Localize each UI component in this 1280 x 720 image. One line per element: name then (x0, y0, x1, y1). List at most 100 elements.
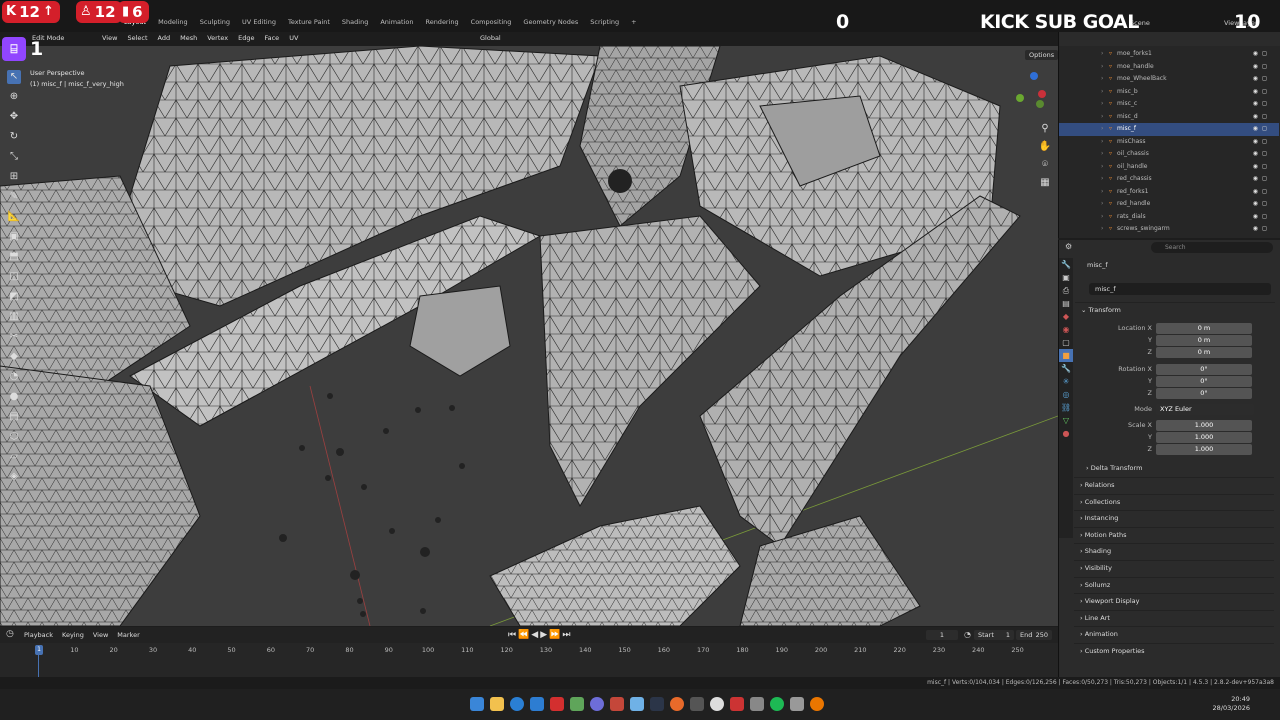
visibility-toggles[interactable]: ◉◻ (1253, 98, 1271, 111)
extrude-tool-icon[interactable]: ⬒ (7, 250, 21, 264)
shrink-tool-icon[interactable]: ⬡ (7, 430, 21, 444)
gizmo-neg-y-icon[interactable] (1036, 100, 1044, 108)
outliner[interactable]: › ▿ moe_forks1 ◉◻ › ▿ moe_handle ◉◻ › ▿ moe_WheelB… (1058, 32, 1280, 238)
measure-tool-icon[interactable]: 📐 (7, 210, 21, 224)
zoom-icon[interactable]: ⚲ (1038, 122, 1052, 136)
property-section-header[interactable]: › Instancing (1074, 510, 1274, 525)
workspace-tab[interactable]: Sculpting (200, 18, 230, 26)
visibility-toggles[interactable]: ◉◻ (1253, 148, 1271, 161)
output-tab-icon[interactable]: ⎙ (1059, 284, 1073, 297)
workspace-tab[interactable]: + (631, 18, 636, 26)
playhead[interactable]: 1 (35, 645, 43, 655)
viewport-menu-item[interactable]: Edge (238, 34, 254, 42)
rotation-x-field[interactable]: 0° (1156, 364, 1252, 375)
visibility-toggles[interactable]: ◉◻ (1253, 211, 1271, 224)
property-section-header[interactable]: › Visibility (1074, 560, 1274, 575)
workspace-tab[interactable]: Modeling (158, 18, 188, 26)
pan-hand-icon[interactable]: ✋ (1038, 140, 1052, 154)
outliner-row[interactable]: › ▿ misc_c ◉◻ (1059, 98, 1279, 111)
property-section-header[interactable]: › Viewport Display (1074, 593, 1274, 608)
rotation-mode-select[interactable]: XYZ Euler (1156, 404, 1254, 415)
outliner-row[interactable]: › ▿ screws_swingarm ◉◻ (1059, 223, 1279, 236)
chevron-right-icon[interactable]: › (1101, 86, 1103, 99)
property-section-header[interactable]: › Shading (1074, 543, 1274, 558)
poly-build-tool-icon[interactable]: ◆ (7, 350, 21, 364)
workspace-tab[interactable]: Animation (380, 18, 413, 26)
app-icon[interactable] (690, 697, 704, 711)
playback-controls[interactable]: ⏮⏪◀▶⏩⏭ (508, 630, 572, 640)
render-tab-icon[interactable]: ▣ (1059, 271, 1073, 284)
location-y-field[interactable]: 0 m (1156, 335, 1252, 346)
properties-search[interactable]: Search (1151, 242, 1273, 253)
property-section-header[interactable]: › Animation (1074, 626, 1274, 641)
viewport-menu-item[interactable]: Select (127, 34, 147, 42)
system-clock[interactable]: 20:49 28/03/2026 (1213, 695, 1250, 713)
chevron-right-icon[interactable]: › (1101, 161, 1103, 174)
property-section-header[interactable]: › Custom Properties (1074, 643, 1274, 658)
acrobat-icon[interactable] (550, 697, 564, 711)
outliner-row[interactable]: › ▿ red_forks1 ◉◻ (1059, 186, 1279, 199)
property-section-header[interactable]: › Line Art (1074, 609, 1274, 625)
workspace-tab[interactable]: Scripting (590, 18, 619, 26)
timeline-editor-icon[interactable]: ◷ (6, 629, 14, 639)
spin-tool-icon[interactable]: ◔ (7, 370, 21, 384)
visibility-toggles[interactable]: ◉◻ (1253, 61, 1271, 74)
windows-start-icon[interactable] (470, 697, 484, 711)
inset-tool-icon[interactable]: ◫ (7, 270, 21, 284)
timeline-menu-item[interactable]: View (93, 631, 108, 639)
scale-z-field[interactable]: 1.000 (1156, 444, 1252, 455)
outliner-row[interactable]: › ▿ moe_forks1 ◉◻ (1059, 48, 1279, 61)
smooth-tool-icon[interactable]: ● (7, 390, 21, 404)
knife-tool-icon[interactable]: ✂ (7, 330, 21, 344)
cursor-tool-icon[interactable]: ⊕ (7, 90, 21, 104)
app-icon[interactable] (610, 697, 624, 711)
timeline[interactable]: 10 20 30 40 50 60 70 80 90 100 110 120 130 140 150 160 1… (0, 643, 1058, 677)
property-section-header[interactable]: › Relations (1074, 477, 1274, 492)
scale-tool-icon[interactable]: ⤡ (7, 150, 21, 164)
viewport-menu-item[interactable]: View (102, 34, 117, 42)
outliner-row[interactable]: › ▿ moe_WheelBack ◉◻ (1059, 73, 1279, 86)
chevron-right-icon[interactable]: › (1101, 173, 1103, 186)
3d-viewport[interactable]: User Perspective (1) misc_f | misc_f_ver… (0, 46, 1058, 626)
chevron-right-icon[interactable]: › (1101, 98, 1103, 111)
camera-icon[interactable]: ⌾ (1038, 158, 1052, 172)
chevron-right-icon[interactable]: › (1101, 211, 1103, 224)
properties-editor-icon[interactable]: ⚙ (1065, 242, 1072, 251)
viewport-menu-item[interactable]: UV (289, 34, 298, 42)
start-frame-field[interactable]: Start 1 (974, 630, 1014, 640)
app-icon[interactable] (750, 697, 764, 711)
outliner-row[interactable]: › ▿ rats_dials ◉◻ (1059, 211, 1279, 224)
scene-tab-icon[interactable]: ◆ (1059, 310, 1073, 323)
scale-y-field[interactable]: 1.000 (1156, 432, 1252, 443)
outliner-row[interactable]: › ▿ misc_b ◉◻ (1059, 86, 1279, 99)
clock-icon[interactable]: ◔ (964, 630, 971, 639)
transform-tool-icon[interactable]: ⊞ (7, 170, 21, 184)
blender-icon[interactable] (810, 697, 824, 711)
rip-tool-icon[interactable]: ◈ (7, 470, 21, 484)
file-explorer-icon[interactable] (490, 697, 504, 711)
outliner-row[interactable]: › ▿ oil_handle ◉◻ (1059, 161, 1279, 174)
app-icon[interactable] (790, 697, 804, 711)
workspace-tab[interactable]: Compositing (471, 18, 512, 26)
workspace-tab[interactable]: Rendering (425, 18, 458, 26)
rotation-z-field[interactable]: 0° (1156, 388, 1252, 399)
visibility-toggles[interactable]: ◉◻ (1253, 86, 1271, 99)
transform-section[interactable]: ⌄ Transform (1075, 302, 1275, 317)
navigation-gizmo[interactable]: ⚲ ✋ ⌾ ▦ (1010, 70, 1052, 200)
edge-browser-icon[interactable] (510, 697, 524, 711)
shear-tool-icon[interactable]: ▱ (7, 450, 21, 464)
workspace-tab[interactable]: UV Editing (242, 18, 276, 26)
annotate-tool-icon[interactable]: ✎ (7, 190, 21, 204)
photos-icon[interactable] (630, 697, 644, 711)
chevron-right-icon[interactable]: › (1101, 73, 1103, 86)
viewport-menu-item[interactable]: Add (158, 34, 171, 42)
visibility-toggles[interactable]: ◉◻ (1253, 111, 1271, 124)
vscode-icon[interactable] (530, 697, 544, 711)
delta-transform-section[interactable]: › Delta Transform (1086, 464, 1142, 472)
outliner-row[interactable]: › ▿ misc_f ◉◻ (1059, 123, 1279, 136)
rotate-tool-icon[interactable]: ↻ (7, 130, 21, 144)
outliner-row[interactable]: › ▿ red_chassis ◉◻ (1059, 173, 1279, 186)
visibility-toggles[interactable]: ◉◻ (1253, 123, 1271, 136)
chevron-right-icon[interactable]: › (1101, 198, 1103, 211)
chevron-right-icon[interactable]: › (1101, 123, 1103, 136)
